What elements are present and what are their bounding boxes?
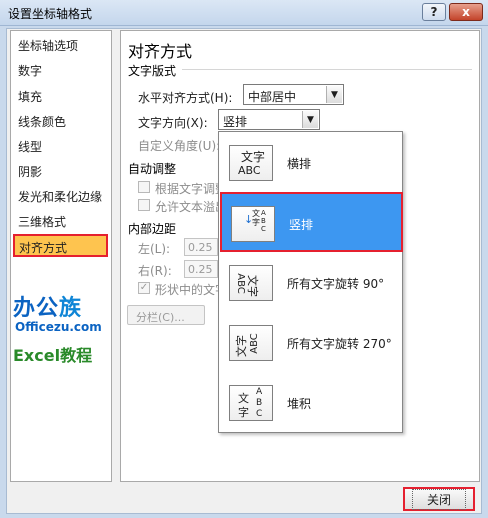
logo-site-text: Officezu.com bbox=[15, 320, 102, 334]
overflow-checkbox[interactable] bbox=[138, 199, 150, 211]
nav-item-3d-format[interactable]: 三维格式 bbox=[13, 209, 108, 232]
rotate-90-text-icon: 文字 ABC bbox=[229, 265, 273, 301]
overflow-label: 允许文本溢出 bbox=[155, 200, 228, 214]
right-margin-label: 右(R): bbox=[138, 264, 172, 278]
option-label: 竖排 bbox=[289, 218, 314, 232]
arrow-down-icon: ↓ bbox=[244, 213, 254, 226]
option-horizontal[interactable]: 文字 ABC 横排 bbox=[220, 133, 403, 193]
halign-select[interactable]: 中部居中 ▼ bbox=[243, 84, 344, 105]
text-direction-dropdown: 文字 ABC 横排 文字 ABC ↓ 竖排 文字 ABC 所有文字旋转 90° … bbox=[218, 131, 403, 433]
resize-label: 根据文字调整 bbox=[155, 182, 228, 196]
close-button-label: 关闭 bbox=[411, 488, 466, 510]
option-stacked[interactable]: 文 字 A B C 堆积 bbox=[220, 373, 403, 433]
option-label: 所有文字旋转 270° bbox=[287, 337, 392, 351]
option-label: 堆积 bbox=[287, 397, 312, 411]
option-rotate-90[interactable]: 文字 ABC 所有文字旋转 90° bbox=[220, 253, 403, 313]
stacked-vertical-text-icon: 文字 ABC ↓ bbox=[231, 206, 275, 242]
text-direction-select[interactable]: 竖排 ▼ bbox=[218, 109, 320, 130]
nav-item-axis-options[interactable]: 坐标轴选项 bbox=[13, 33, 108, 56]
columns-button[interactable]: 分栏(C)... bbox=[127, 305, 205, 325]
logo-excel-text: Excel教程 bbox=[13, 346, 93, 365]
chevron-down-icon: ▼ bbox=[302, 111, 318, 128]
option-label: 所有文字旋转 90° bbox=[287, 277, 385, 291]
resize-checkbox[interactable] bbox=[138, 181, 150, 193]
help-button[interactable]: ? bbox=[422, 3, 446, 21]
nav-item-number[interactable]: 数字 bbox=[13, 58, 108, 81]
nav-item-line-style[interactable]: 线型 bbox=[13, 134, 108, 157]
stacked-text-icon: 文 字 A B C bbox=[229, 385, 273, 421]
horizontal-text-icon: 文字 ABC bbox=[229, 145, 273, 181]
direction-value: 竖排 bbox=[223, 115, 248, 129]
logo-main-text: 办公族 bbox=[13, 296, 83, 321]
nav-item-fill[interactable]: 填充 bbox=[13, 84, 108, 107]
nav-item-line-color[interactable]: 线条颜色 bbox=[13, 109, 108, 132]
left-margin-input[interactable]: 0.25 bbox=[184, 238, 218, 256]
nav-item-glow-soft-edges[interactable]: 发光和柔化边缘 bbox=[13, 184, 108, 207]
direction-label: 文字方向(X): bbox=[138, 116, 208, 130]
custom-angle-label: 自定义角度(U): bbox=[138, 139, 221, 153]
halign-label: 水平对齐方式(H): bbox=[138, 91, 233, 105]
left-margin-label: 左(L): bbox=[138, 242, 171, 256]
nav-item-shadow[interactable]: 阴影 bbox=[13, 159, 108, 182]
option-label: 横排 bbox=[287, 157, 312, 171]
chevron-down-icon: ▼ bbox=[326, 86, 342, 103]
title-bar: 设置坐标轴格式 ? x bbox=[0, 0, 488, 26]
section-divider bbox=[182, 69, 472, 70]
rotate-270-text-icon: 文字 ABC bbox=[229, 325, 273, 361]
halign-value: 中部居中 bbox=[248, 90, 297, 104]
window-title: 设置坐标轴格式 bbox=[8, 7, 93, 21]
nav-item-alignment[interactable]: 对齐方式 bbox=[13, 234, 108, 257]
panel-title: 对齐方式 bbox=[128, 42, 193, 61]
wrap-checkbox[interactable]: ✓ bbox=[138, 282, 150, 294]
section-autofit: 自动调整 bbox=[128, 162, 177, 176]
option-rotate-270[interactable]: 文字 ABC 所有文字旋转 270° bbox=[220, 313, 403, 373]
close-button[interactable]: 关闭 bbox=[403, 487, 475, 511]
window-close-button[interactable]: x bbox=[449, 3, 483, 21]
wrap-label: 形状中的文字 bbox=[155, 283, 228, 297]
section-text-layout: 文字版式 bbox=[128, 64, 177, 78]
right-margin-input[interactable]: 0.25 bbox=[184, 260, 218, 278]
option-vertical[interactable]: 文字 ABC ↓ 竖排 bbox=[220, 192, 403, 252]
section-margins: 内部边距 bbox=[128, 222, 177, 236]
